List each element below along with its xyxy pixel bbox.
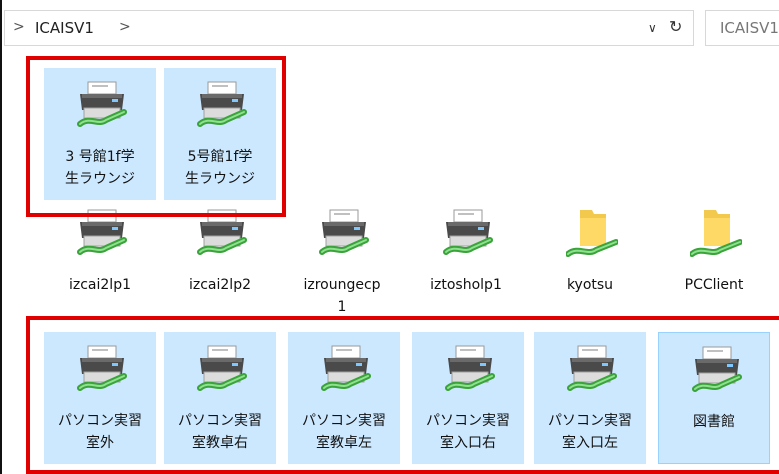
printer-item[interactable]: iztosholp1 xyxy=(410,196,522,328)
folder-item[interactable]: PCClient xyxy=(658,196,770,328)
item-label: パソコン実習 室入口左 xyxy=(548,413,632,451)
printer-icon xyxy=(318,208,370,258)
printer-item[interactable]: パソコン実習 室入口右 xyxy=(412,332,524,464)
item-label: iztosholp1 xyxy=(430,277,502,293)
refresh-icon[interactable]: ↻ xyxy=(669,17,682,36)
printer-icon xyxy=(196,80,248,130)
printer-icon xyxy=(76,80,128,130)
breadcrumb-icaisv1[interactable]: ICAISV1 xyxy=(35,19,94,37)
item-label: 3 号館1f学 生ラウンジ xyxy=(65,149,135,187)
shared-folder-icon xyxy=(689,208,743,258)
printer-item[interactable]: パソコン実習 室教卓右 xyxy=(164,332,276,464)
printer-icon xyxy=(196,344,248,394)
printer-icon xyxy=(76,208,128,258)
search-box-text: ICAISV1 xyxy=(720,19,779,37)
item-label: izcai2lp2 xyxy=(189,277,251,293)
item-label: 図書館 xyxy=(693,414,735,430)
breadcrumb-root-chevron-icon[interactable]: > xyxy=(13,19,25,35)
printer-item[interactable]: 5号館1f学 生ラウンジ xyxy=(164,68,276,200)
printer-item[interactable]: izcai2lp1 xyxy=(44,196,156,328)
item-label: パソコン実習 室外 xyxy=(58,413,142,451)
item-label: kyotsu xyxy=(566,277,614,293)
item-label: パソコン実習 室教卓右 xyxy=(178,413,262,451)
printer-item[interactable]: パソコン実習 室外 xyxy=(44,332,156,464)
item-label: izcai2lp1 xyxy=(69,277,131,293)
printer-icon xyxy=(442,208,494,258)
printer-icon xyxy=(320,344,372,394)
printer-item[interactable]: パソコン実習 室教卓左 xyxy=(288,332,400,464)
item-label: パソコン実習 室教卓左 xyxy=(302,413,386,451)
shared-folder-icon xyxy=(565,208,619,258)
printer-icon xyxy=(444,344,496,394)
printer-icon xyxy=(76,344,128,394)
printer-item[interactable]: パソコン実習 室入口左 xyxy=(534,332,646,464)
breadcrumb-chevron-icon[interactable]: > xyxy=(119,19,131,35)
printer-item[interactable]: 図書館 xyxy=(658,332,770,464)
address-history-dropdown-icon[interactable]: ∨ xyxy=(648,21,657,35)
item-label: izroungecp 1 xyxy=(303,277,381,315)
address-bar[interactable]: > ICAISV1 > ∨ ↻ xyxy=(4,10,694,46)
search-box[interactable]: ICAISV1 xyxy=(705,10,779,46)
printer-item[interactable]: izcai2lp2 xyxy=(164,196,276,328)
folder-item[interactable]: kyotsu xyxy=(534,196,646,328)
item-label: パソコン実習 室入口右 xyxy=(426,413,510,451)
printer-item[interactable]: 3 号館1f学 生ラウンジ xyxy=(44,68,156,200)
printer-item[interactable]: izroungecp 1 xyxy=(286,196,398,328)
printer-icon xyxy=(196,208,248,258)
printer-icon xyxy=(566,344,618,394)
item-label: 5号館1f学 生ラウンジ xyxy=(185,149,255,187)
printer-icon xyxy=(691,345,743,395)
item-label: PCClient xyxy=(684,277,744,293)
